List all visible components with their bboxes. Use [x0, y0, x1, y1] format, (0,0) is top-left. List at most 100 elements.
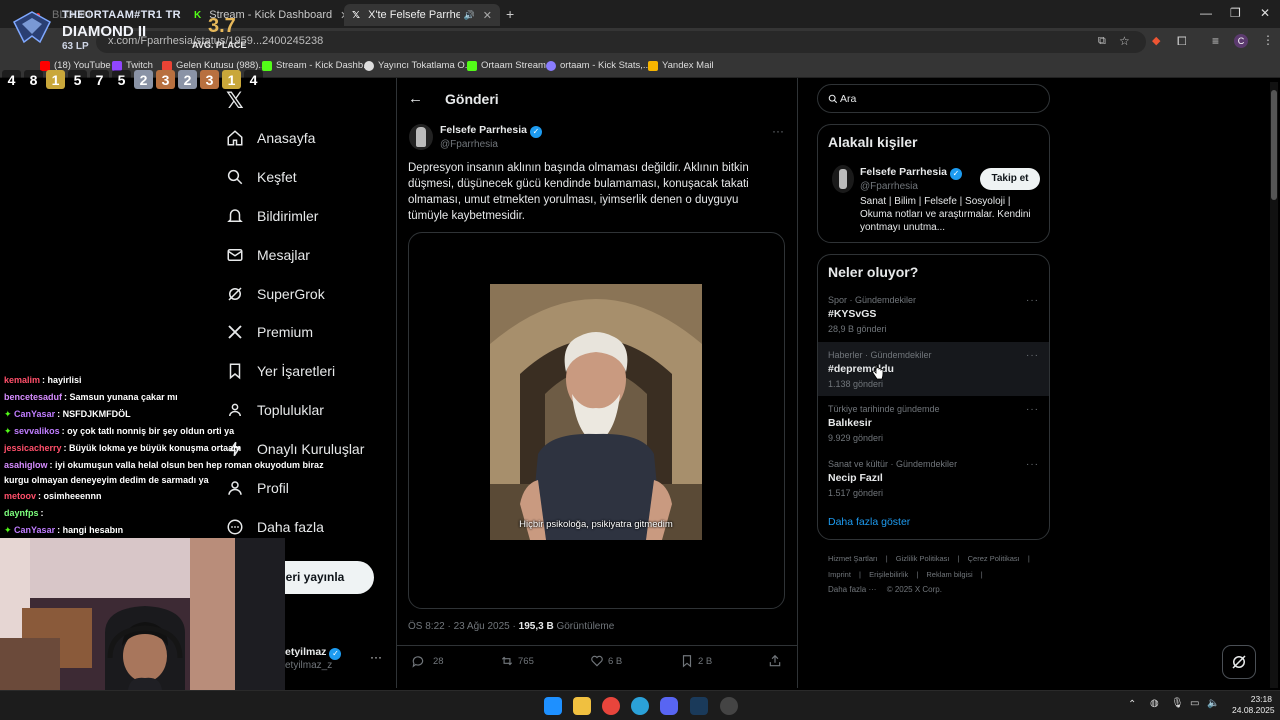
volume-icon[interactable]: 🔈 — [1207, 698, 1219, 709]
related-avatar[interactable] — [832, 165, 854, 193]
show-more-link[interactable]: Daha fazla göster — [828, 516, 910, 528]
chat-message: asahiglow: iyi okumuşun valla helal olsu… — [4, 460, 324, 470]
trend-item[interactable]: Haberler · Gündemdekiler #depremoldu 1.1… — [828, 350, 1038, 389]
author-name-link[interactable]: Felsefe Parrhesia ✓ — [440, 124, 542, 138]
chat-username[interactable]: jessicacherry — [4, 443, 62, 453]
related-name-link[interactable]: Felsefe Parrhesia ✓ — [860, 166, 962, 180]
bookmark-ortaam-stream[interactable]: Ortaam Stream — [467, 60, 546, 71]
new-tab-icon[interactable]: + — [506, 6, 514, 22]
chat-username[interactable]: sevvalikos — [14, 426, 60, 436]
footer-link[interactable]: Imprint — [828, 570, 851, 579]
post-more-icon[interactable]: ··· — [772, 124, 784, 138]
network-icon[interactable]: ▭ — [1190, 698, 1199, 709]
trend-item[interactable]: Türkiye tarihinde gündemde Balıkesir 9.9… — [828, 404, 1038, 443]
x-logo-icon[interactable]: 𝕏 — [226, 88, 244, 114]
chat-username[interactable]: kemalim — [4, 375, 40, 385]
trend-item[interactable]: Sanat ve kültür · Gündemdekiler Necip Fa… — [828, 459, 1038, 498]
scrollbar-thumb[interactable] — [1271, 90, 1277, 200]
media-control-icon[interactable]: ≡ — [1212, 34, 1219, 48]
trend-more-icon[interactable]: ··· — [1026, 459, 1039, 470]
follow-button[interactable]: Takip et — [980, 168, 1040, 190]
bookmark-kick-stats[interactable]: ortaam - Kick Stats,... — [546, 60, 651, 71]
footer-link[interactable]: Reklam bilgisi — [926, 570, 972, 579]
repost-button[interactable]: 765 — [500, 654, 534, 668]
footer-link[interactable]: Gizlilik Politikası — [896, 554, 950, 563]
menu-kebab-icon[interactable]: ⋮ — [1262, 33, 1274, 47]
nav-messages[interactable]: Mesajlar — [226, 241, 310, 269]
windows-start-icon[interactable] — [544, 697, 562, 715]
bookmark-kick-dashboard[interactable]: Stream - Kick Dashb... — [262, 60, 371, 71]
bookmark-star-icon[interactable]: ☆ — [1119, 34, 1130, 48]
trend-more-icon[interactable]: ··· — [1026, 350, 1039, 361]
like-button[interactable]: 6 B — [590, 654, 622, 668]
account-switcher[interactable]: etyilmaz ✓ — [285, 646, 342, 660]
chat-username[interactable]: asahiglow — [4, 460, 48, 470]
extensions-puzzle-icon[interactable]: ⧠ — [1177, 34, 1187, 49]
globe-icon — [364, 60, 374, 71]
close-window-icon[interactable]: ✕ — [1260, 6, 1270, 20]
install-icon[interactable]: ⧉ — [1098, 35, 1106, 48]
tray-app-icon[interactable]: ◍ — [1150, 698, 1159, 709]
trend-count: 28,9 B gönderi — [828, 324, 887, 334]
scrollbar-track[interactable] — [1270, 82, 1278, 688]
footer-more-link[interactable]: Daha fazla ··· — [828, 585, 876, 594]
speaker-icon[interactable]: 🔊 — [464, 10, 475, 21]
column-divider — [396, 78, 397, 688]
tab-x-post[interactable]: 𝕏 X'te Felsefe Parrhesia: "Dep 🔊 ✕ — [344, 4, 500, 26]
x-premium-icon — [228, 325, 242, 339]
footer-link[interactable]: Erişilebilirlik — [869, 570, 908, 579]
player-tag: THEORTAAM#TR1 TR — [62, 9, 181, 21]
footer-link[interactable]: Çerez Politikası — [968, 554, 1020, 563]
nav-supergrok[interactable]: SuperGrok — [226, 280, 325, 308]
edge-icon[interactable] — [631, 697, 649, 715]
views-count: 195,3 B — [518, 621, 554, 632]
share-button[interactable] — [768, 654, 782, 673]
chrome-icon[interactable] — [602, 697, 620, 715]
chat-username[interactable]: bencetesaduf — [4, 392, 62, 402]
minimize-icon[interactable]: — — [1200, 6, 1212, 20]
close-tab-icon[interactable]: ✕ — [475, 9, 492, 22]
file-explorer-icon[interactable] — [573, 697, 591, 715]
video-player[interactable]: Hiçbir psikoloğa, psikiyatra gitmedim — [490, 284, 702, 540]
trend-item[interactable]: Spor · Gündemdekiler #KYSvGS 28,9 B gönd… — [828, 295, 1038, 334]
tray-overflow-icon[interactable]: ⌃ — [1128, 699, 1136, 710]
author-avatar[interactable] — [409, 124, 433, 150]
nav-premium[interactable]: Premium — [226, 318, 313, 346]
windows-taskbar: ⌃ ◍ 🎙 ▭ 🔈 23:18 24.08.2025 — [0, 690, 1280, 720]
discord-icon[interactable] — [660, 697, 678, 715]
post-timestamp[interactable]: ÖS 8:22 · 23 Ağu 2025 · — [408, 621, 519, 632]
nav-explore[interactable]: Keşfet — [226, 163, 297, 191]
obs-icon[interactable] — [720, 697, 738, 715]
footer-link[interactable]: Hizmet Şartları — [828, 554, 878, 563]
grok-fab[interactable] — [1222, 645, 1256, 679]
bookmark-yandex-mail[interactable]: Yandex Mail — [648, 60, 714, 71]
chat-username[interactable]: CanYasar — [14, 525, 55, 535]
trend-more-icon[interactable]: ··· — [1026, 404, 1039, 415]
bookmark-button[interactable]: 2 B — [680, 654, 712, 668]
microphone-icon[interactable]: 🎙 — [1171, 698, 1184, 709]
chat-badge-icon: ✦ — [4, 409, 15, 419]
heart-icon — [591, 655, 603, 667]
bookmark-count: 2 B — [698, 655, 713, 667]
chat-username[interactable]: metoov — [4, 491, 36, 501]
stats-icon — [546, 60, 556, 71]
nav-notifications[interactable]: Bildirimler — [226, 202, 318, 230]
restore-icon[interactable]: ❐ — [1230, 6, 1241, 20]
footer-links-row2: Imprint | Erişilebilirlik | Reklam bilgi… — [828, 570, 983, 579]
nav-home[interactable]: Anasayfa — [226, 124, 315, 152]
clock[interactable]: 23:18 24.08.2025 — [1232, 694, 1275, 716]
league-client-icon[interactable] — [690, 697, 708, 715]
reply-button[interactable]: 28 — [411, 654, 444, 668]
chat-username[interactable]: daynfps — [4, 508, 39, 518]
chat-username[interactable]: CanYasar — [14, 409, 55, 419]
back-arrow-icon[interactable]: ← — [408, 90, 423, 107]
account-more-icon[interactable]: ··· — [370, 650, 382, 664]
profile-avatar[interactable]: C — [1234, 34, 1248, 48]
placement: 2 — [134, 70, 153, 89]
post-media-frame[interactable]: Hiçbir psikoloğa, psikiyatra gitmedim — [408, 232, 785, 609]
extension-icon[interactable]: ◆ — [1152, 34, 1160, 47]
bookmark-tokatlama[interactable]: Yayıncı Tokatlama O... — [364, 60, 473, 71]
chat-message: kemalim: hayirlisi — [4, 375, 304, 385]
search-input[interactable]: Ara — [817, 84, 1050, 113]
trend-more-icon[interactable]: ··· — [1026, 295, 1039, 306]
